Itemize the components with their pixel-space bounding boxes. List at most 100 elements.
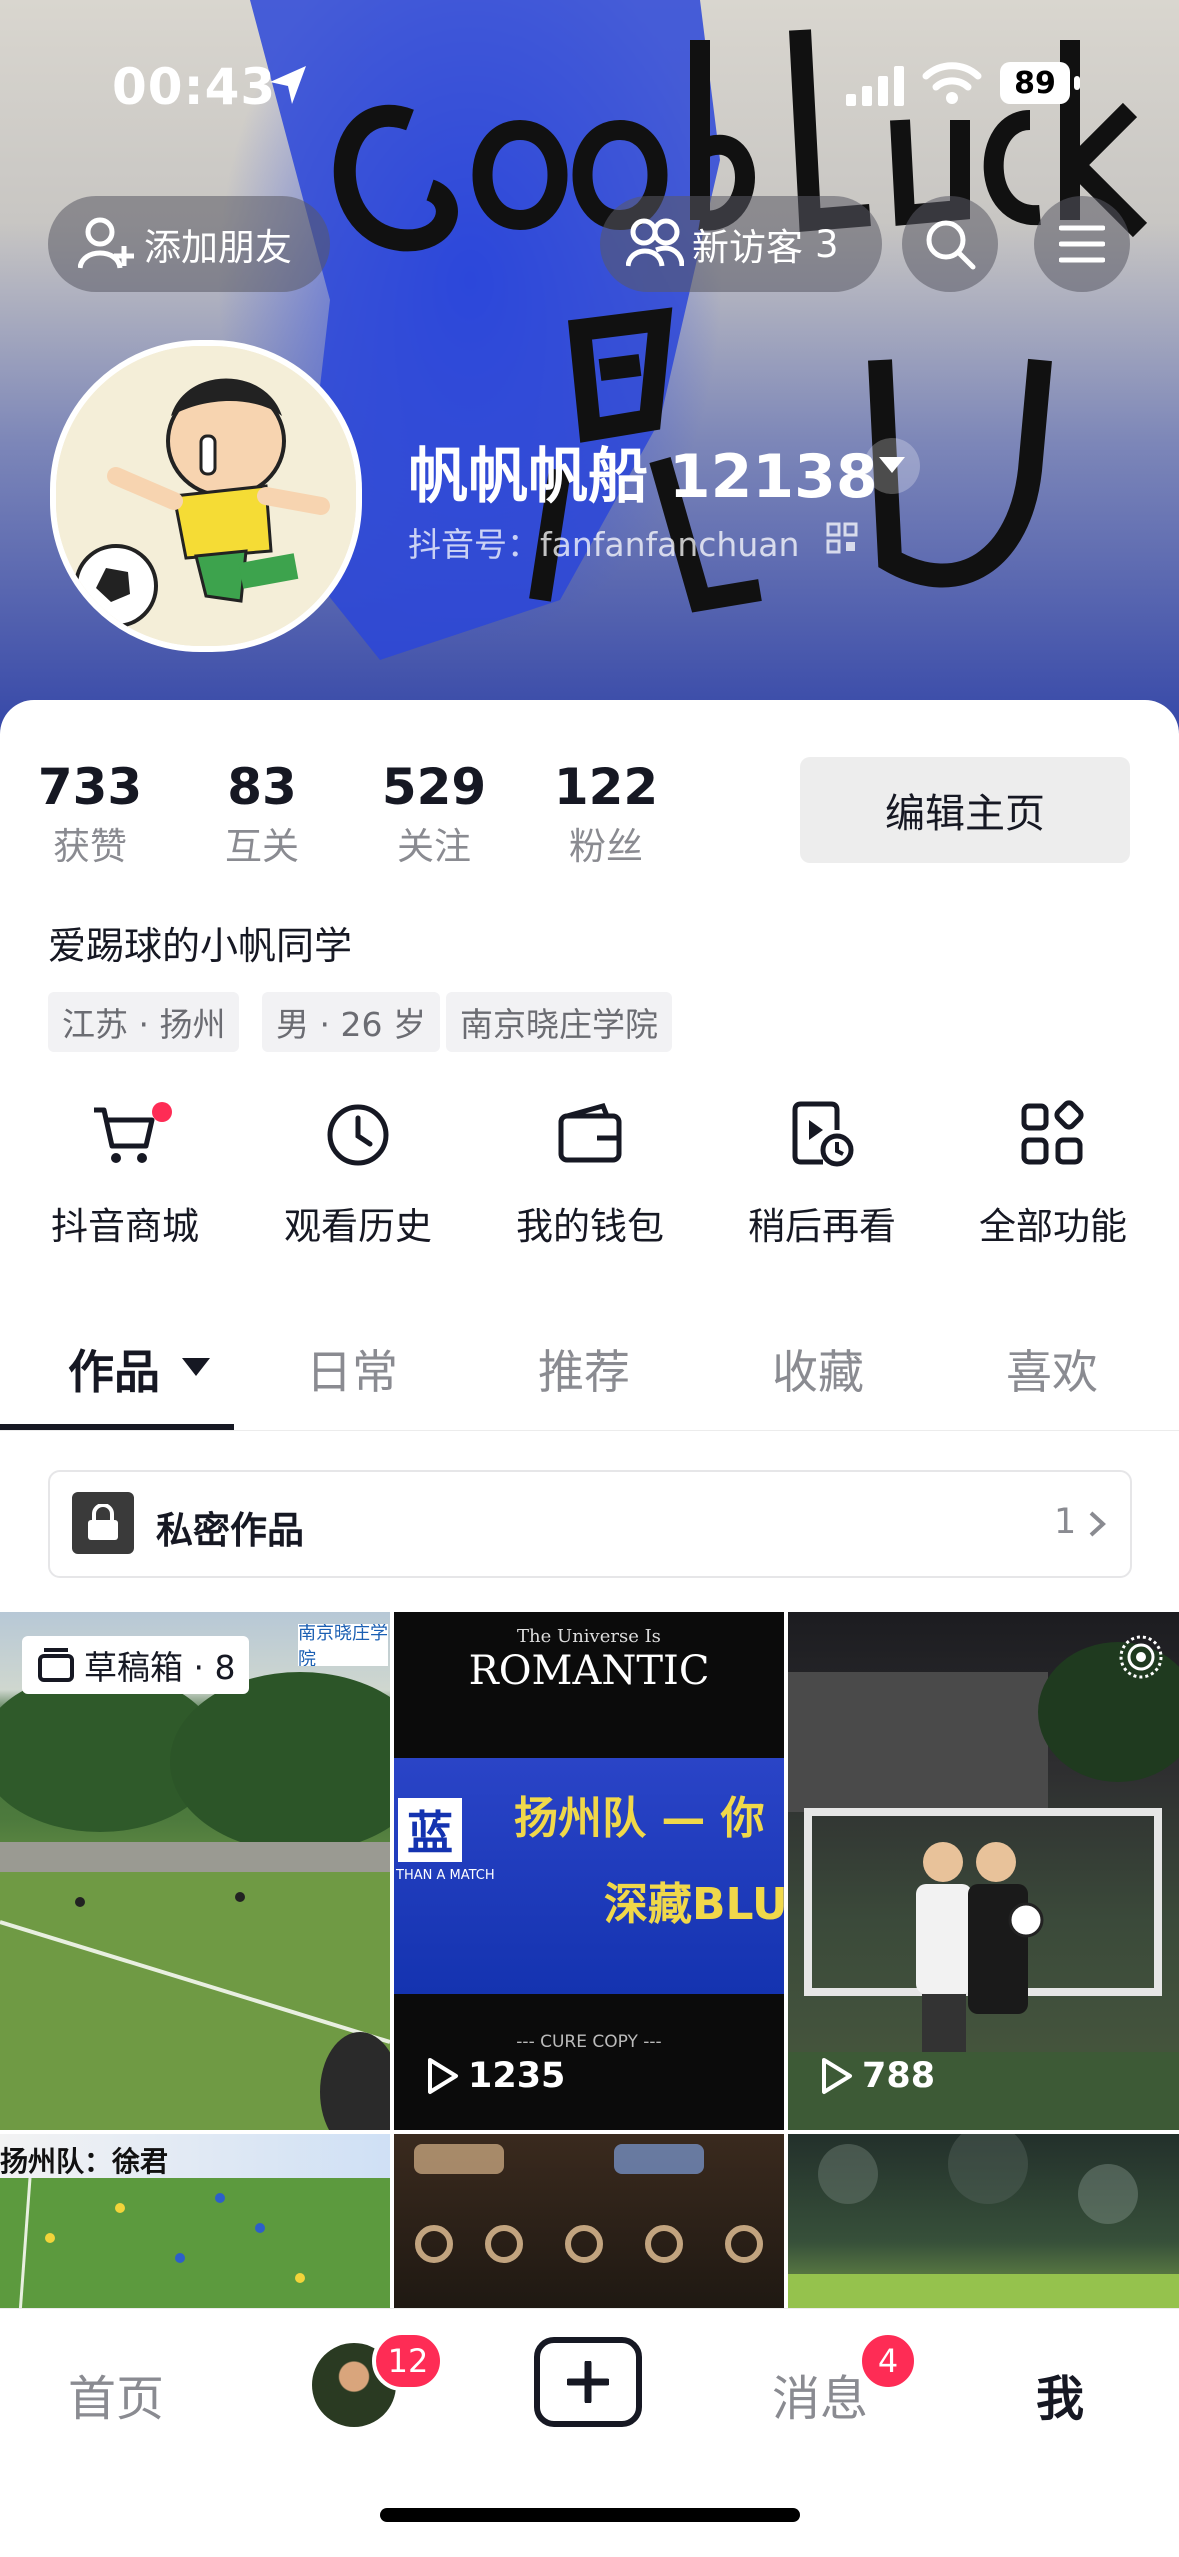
tag-location: 江苏 · 扬州 (48, 992, 240, 1052)
video-title-top: The Universe Is (517, 1626, 661, 1647)
account-switch-button[interactable] (864, 438, 920, 494)
visitors-icon (626, 218, 684, 267)
play-count: 788 (816, 2056, 935, 2096)
function-mall[interactable]: 抖音商城 (10, 1100, 240, 1250)
video-thumbnail-bokeh[interactable] (394, 2134, 784, 2314)
messages-badge: 4 (858, 2331, 918, 2391)
plus-icon (567, 2361, 609, 2403)
function-label: 全部功能 (979, 1205, 1127, 1248)
tab-works[interactable]: 作品 (68, 1336, 160, 1402)
battery-tip (1074, 76, 1080, 90)
tab-recommend[interactable]: 推荐 (538, 1336, 630, 1402)
new-visitors-count: 3 (815, 222, 839, 266)
private-works-count: 1 (1054, 1502, 1077, 1542)
new-visitors-button[interactable]: 新访客 3 (600, 196, 882, 292)
tag-school: 南京晓庄学院 (446, 992, 672, 1052)
add-friend-button[interactable]: 添加朋友 (48, 196, 330, 292)
search-button[interactable] (902, 196, 998, 292)
friends-badge: 12 (372, 2331, 444, 2391)
tab-divider (0, 1430, 1179, 1431)
clock-icon (327, 1104, 389, 1166)
douyin-id: 抖音号：fanfanfanchuan (408, 525, 800, 564)
nav-messages[interactable]: 消息 (772, 2359, 868, 2429)
banner-side-char: 蓝 (398, 1798, 462, 1862)
banner-text-2: 深藏BLU (604, 1879, 784, 1930)
tab-daily[interactable]: 日常 (306, 1336, 398, 1402)
video-thumbnail-night-field[interactable] (788, 2134, 1179, 2314)
overlay-school-text: 南京晓庄学院 (298, 1624, 388, 1666)
watch-later-icon (792, 1101, 854, 1167)
grid-icon (1021, 1100, 1084, 1165)
match-caption: 扬州队：徐君 (0, 2145, 169, 2178)
wifi-icon (922, 62, 982, 104)
caret-down-icon[interactable] (182, 1358, 210, 1378)
play-icon (428, 2058, 458, 2094)
function-label: 抖音商城 (51, 1205, 199, 1248)
lock-icon (88, 1504, 118, 1540)
nav-me[interactable]: 我 (1036, 2359, 1084, 2429)
search-icon (926, 220, 976, 270)
menu-icon (1059, 225, 1105, 263)
play-count-value: 1235 (468, 2056, 566, 2096)
drafts-badge[interactable]: 草稿箱 · 8 (22, 1636, 250, 1694)
drafts-badge-label: 草稿箱 · 8 (84, 1648, 236, 1687)
nav-home[interactable]: 首页 (68, 2359, 164, 2429)
banner-text: 扬州队 — 你 (514, 1793, 765, 1844)
home-indicator (380, 2508, 800, 2522)
stat-value: 529 (381, 758, 487, 816)
tag-gender-age: 男 · 26 岁 (262, 992, 440, 1052)
banner-side-sub: THAN A MATCH (396, 1868, 495, 1883)
bokeh-lights-image (414, 2144, 763, 2263)
cart-icon (94, 1107, 155, 1163)
cartoon-avatar-image (56, 346, 356, 646)
create-post-button[interactable] (534, 2337, 642, 2427)
private-works-label: 私密作品 (156, 1509, 304, 1552)
function-wallet[interactable]: 我的钱包 (475, 1100, 705, 1250)
stat-label: 互关 (225, 825, 299, 868)
location-arrow-icon (270, 66, 306, 104)
function-history[interactable]: 观看历史 (243, 1100, 473, 1250)
stat-label: 粉丝 (569, 825, 643, 868)
video-footer-text: --- CURE COPY --- (516, 2032, 662, 2052)
status-time: 00:43 (112, 58, 277, 116)
stat-label: 获赞 (53, 825, 127, 868)
chevron-down-icon (879, 457, 905, 473)
tab-likes[interactable]: 喜欢 (1006, 1336, 1098, 1402)
night-field-image (788, 2134, 1179, 2314)
add-friend-icon (78, 217, 134, 269)
battery-icon: 89 (1000, 62, 1070, 104)
add-friend-label: 添加朋友 (144, 226, 292, 269)
function-all[interactable]: 全部功能 (938, 1100, 1168, 1250)
stat-mutual[interactable]: 83 互关 (172, 758, 352, 870)
function-label: 稍后再看 (748, 1205, 896, 1248)
play-icon (822, 2058, 852, 2094)
battery-level: 89 (1014, 65, 1056, 101)
signal-icon (846, 66, 904, 106)
stat-following[interactable]: 529 关注 (344, 758, 524, 870)
video-thumbnail-goal-photo[interactable]: 788 (788, 1612, 1179, 2130)
stat-likes[interactable]: 733 获赞 (0, 758, 180, 870)
qr-code-icon[interactable] (826, 522, 858, 554)
stat-label: 关注 (397, 825, 471, 868)
notification-dot (152, 1102, 172, 1122)
live-photo-icon (1119, 1635, 1163, 1679)
profile-nickname: 帆帆帆船 12138 (408, 442, 878, 512)
match-field-image (18, 2178, 305, 2314)
private-works-row[interactable]: 私密作品 1 (48, 1470, 1132, 1578)
edit-profile-button[interactable]: 编辑主页 (800, 757, 1130, 863)
play-count-value: 788 (862, 2056, 936, 2096)
profile-bio: 爱踢球的小帆同学 (48, 924, 353, 968)
tab-favorites[interactable]: 收藏 (772, 1336, 864, 1402)
function-label: 我的钱包 (516, 1205, 664, 1248)
stat-value: 733 (37, 758, 143, 816)
stat-value: 122 (553, 758, 659, 816)
drafts-box-icon (38, 1648, 74, 1682)
stat-followers[interactable]: 122 粉丝 (516, 758, 696, 870)
function-watch-later[interactable]: 稍后再看 (707, 1100, 937, 1250)
profile-avatar[interactable] (50, 340, 362, 652)
video-thumbnail-romantic[interactable]: The Universe Is ROMANTIC 蓝 THAN A MATCH … (394, 1612, 784, 2130)
wallet-icon (558, 1102, 622, 1163)
menu-button[interactable] (1034, 196, 1130, 292)
video-thumbnail-match[interactable]: 扬州队：徐君 (0, 2134, 390, 2314)
private-thumbnail (72, 1492, 134, 1554)
